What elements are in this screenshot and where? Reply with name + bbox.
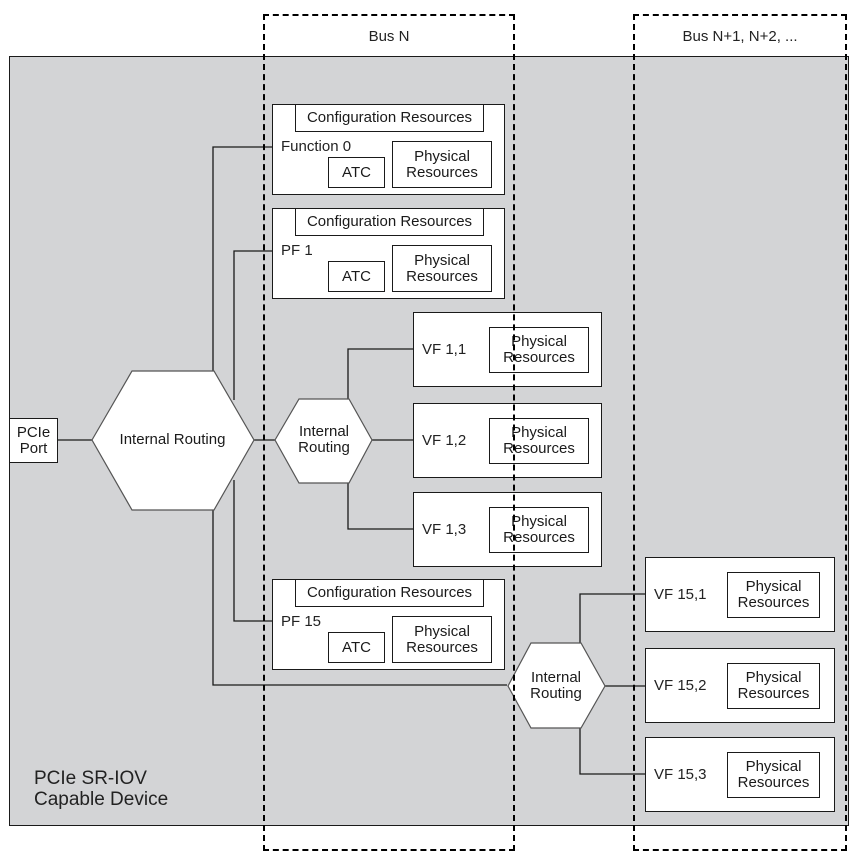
- vf-name: VF 1,1: [422, 341, 467, 358]
- main-router-label: Internal Routing: [100, 420, 245, 460]
- link-vf13: [347, 483, 414, 530]
- device-label: PCIe SR-IOV Capable Device: [34, 768, 168, 810]
- physical-text-1: Physical: [745, 669, 802, 686]
- vf-name: VF 1,3: [422, 521, 467, 538]
- physical-resources-box: Physical Resources: [727, 752, 820, 798]
- atc-box: ATC: [328, 261, 385, 292]
- pf15-router-text-2: Routing: [530, 685, 582, 702]
- config-resources-box: Configuration Resources: [295, 208, 484, 236]
- bus-n-plus-label: Bus N+1, N+2, ...: [682, 28, 798, 45]
- physical-resources-box: Physical Resources: [392, 245, 492, 292]
- virtual-function-1-3: VF 1,3 Physical Resources: [413, 492, 602, 567]
- pf15-router-text-1: Internal: [530, 669, 582, 686]
- pf1-router-text-2: Routing: [298, 439, 350, 456]
- link-vf153: [579, 728, 646, 775]
- physical-function-1: Configuration Resources PF 1 ATC Physica…: [272, 208, 505, 299]
- physical-resources-box: Physical Resources: [489, 418, 589, 464]
- pf1-router-label: Internal Routing: [280, 420, 368, 460]
- virtual-function-1-2: VF 1,2 Physical Resources: [413, 403, 602, 478]
- vf-name: VF 15,2: [654, 677, 707, 694]
- atc-box: ATC: [328, 157, 385, 188]
- physical-text-1: Physical: [414, 147, 470, 165]
- physical-text-1: Physical: [511, 513, 567, 530]
- physical-resources-box: Physical Resources: [392, 616, 492, 663]
- pf15-router-label: Internal Routing: [512, 666, 600, 706]
- physical-text-1: Physical: [414, 251, 470, 269]
- pcie-port-text-2: Port: [19, 439, 48, 457]
- link-function0: [212, 146, 281, 371]
- config-resources-text: Configuration Resources: [306, 213, 473, 230]
- pcie-port-text-1: PCIe: [16, 423, 51, 441]
- function-name: PF 15: [281, 613, 322, 630]
- physical-text-1: Physical: [745, 758, 802, 775]
- physical-text-2: Resources: [406, 267, 478, 285]
- vf-name: VF 1,2: [422, 432, 467, 449]
- physical-text-2: Resources: [737, 774, 810, 791]
- vf-name: VF 15,3: [654, 766, 707, 783]
- physical-text-1: Physical: [414, 622, 470, 640]
- atc-text: ATC: [342, 638, 371, 656]
- main-router-text: Internal Routing: [119, 431, 226, 448]
- physical-text-2: Resources: [406, 638, 478, 656]
- device-label-line-1: PCIe SR-IOV: [34, 768, 147, 789]
- physical-resources-box: Physical Resources: [392, 141, 492, 188]
- physical-text-2: Resources: [406, 163, 478, 181]
- physical-resources-box: Physical Resources: [727, 663, 820, 709]
- link-vf11: [347, 348, 414, 399]
- physical-text-1: Physical: [745, 578, 802, 595]
- device-label-line-2: Capable Device: [34, 789, 169, 810]
- virtual-function-15-1: VF 15,1 Physical Resources: [645, 557, 835, 632]
- physical-text-1: Physical: [511, 333, 567, 350]
- physical-resources-box: Physical Resources: [489, 327, 589, 373]
- function-name: Function 0: [281, 138, 352, 155]
- pf1-router-text-1: Internal: [298, 423, 350, 440]
- config-resources-text: Configuration Resources: [306, 109, 473, 126]
- physical-resources-box: Physical Resources: [489, 507, 589, 553]
- physical-text-2: Resources: [503, 529, 575, 546]
- physical-text-2: Resources: [503, 440, 575, 457]
- function-name: PF 1: [281, 242, 313, 259]
- physical-resources-box: Physical Resources: [727, 572, 820, 618]
- config-resources-box: Configuration Resources: [295, 104, 484, 132]
- physical-text-2: Resources: [503, 349, 575, 366]
- physical-function-0: Configuration Resources Function 0 ATC P…: [272, 104, 505, 195]
- atc-text: ATC: [342, 267, 371, 285]
- atc-box: ATC: [328, 632, 385, 663]
- physical-function-15: Configuration Resources PF 15 ATC Physic…: [272, 579, 505, 670]
- link-vf151: [579, 593, 646, 643]
- pcie-port: PCIe Port: [9, 418, 58, 463]
- vf-name: VF 15,1: [654, 586, 707, 603]
- config-resources-box: Configuration Resources: [295, 579, 484, 607]
- physical-text-1: Physical: [511, 424, 567, 441]
- config-resources-text: Configuration Resources: [306, 584, 473, 601]
- bus-n-label: Bus N: [368, 28, 410, 45]
- physical-text-2: Resources: [737, 594, 810, 611]
- virtual-function-1-1: VF 1,1 Physical Resources: [413, 312, 602, 387]
- virtual-function-15-3: VF 15,3 Physical Resources: [645, 737, 835, 812]
- atc-text: ATC: [342, 163, 371, 181]
- virtual-function-15-2: VF 15,2 Physical Resources: [645, 648, 835, 723]
- physical-text-2: Resources: [737, 685, 810, 702]
